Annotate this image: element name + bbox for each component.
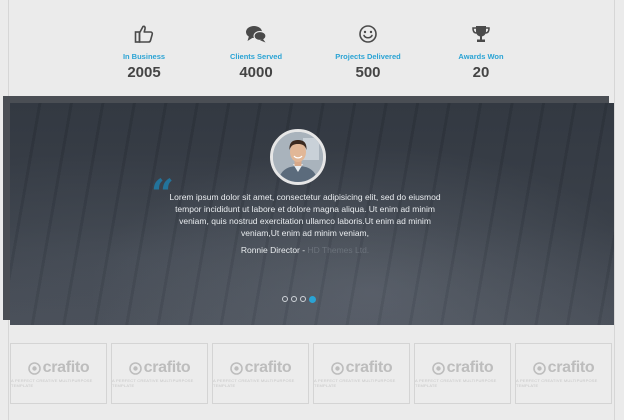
author-name: Ronnie Director - bbox=[240, 245, 308, 255]
client-logo[interactable]: crafito A PERFECT CREATIVE MULTIPURPOSE … bbox=[414, 343, 511, 404]
crafito-logo-icon bbox=[229, 361, 243, 375]
stat-in-business: In Business 2005 bbox=[89, 22, 199, 81]
logo-wordmark: crafito bbox=[446, 359, 494, 376]
logo-tagline: A PERFECT CREATIVE MULTIPURPOSE TEMPLATE bbox=[516, 378, 598, 388]
logo-tagline: A PERFECT CREATIVE MULTIPURPOSE TEMPLATE bbox=[112, 378, 194, 388]
stat-value: 4000 bbox=[239, 64, 273, 81]
logo-wordmark: crafito bbox=[42, 359, 90, 376]
logo-wordmark: crafito bbox=[143, 359, 191, 376]
crafito-logo-icon bbox=[27, 361, 41, 375]
thumbs-up-icon bbox=[89, 22, 199, 46]
chat-bubbles-icon bbox=[201, 22, 311, 46]
slider-dot-4-active[interactable] bbox=[309, 295, 316, 303]
logo-tagline: A PERFECT CREATIVE MULTIPURPOSE TEMPLATE bbox=[415, 378, 497, 388]
logo-tagline: A PERFECT CREATIVE MULTIPURPOSE TEMPLATE bbox=[213, 378, 295, 388]
slider-dot-2[interactable] bbox=[291, 296, 297, 302]
testimonial-quote: Lorem ipsum dolor sit amet, consectetur … bbox=[169, 192, 441, 238]
author-company: HD Themes Ltd. bbox=[307, 245, 370, 255]
slider-dot-1[interactable] bbox=[282, 296, 288, 302]
stat-label: Projects Delivered bbox=[335, 52, 401, 61]
crafito-logo-icon bbox=[431, 361, 445, 375]
testimonial-author: Ronnie Director - HD Themes Ltd. bbox=[160, 245, 450, 255]
client-logo[interactable]: crafito A PERFECT CREATIVE MULTIPURPOSE … bbox=[10, 343, 107, 404]
stat-value: 2005 bbox=[127, 64, 161, 81]
stat-label: Clients Served bbox=[229, 52, 283, 61]
smiley-icon bbox=[313, 22, 423, 46]
client-logo[interactable]: crafito A PERFECT CREATIVE MULTIPURPOSE … bbox=[313, 343, 410, 404]
crafito-logo-icon bbox=[532, 361, 546, 375]
stat-projects-delivered: Projects Delivered 500 bbox=[313, 22, 423, 81]
stat-label: Awards Won bbox=[458, 52, 504, 61]
stats-row: In Business 2005 Clients Served 4000 Pro… bbox=[0, 22, 624, 92]
client-logos-row: crafito A PERFECT CREATIVE MULTIPURPOSE … bbox=[10, 343, 614, 406]
client-logo[interactable]: crafito A PERFECT CREATIVE MULTIPURPOSE … bbox=[111, 343, 208, 404]
testimonial-slider: “ Lorem ipsum dolor sit amet, consectetu… bbox=[10, 103, 614, 325]
logo-wordmark: crafito bbox=[244, 359, 292, 376]
logo-wordmark: crafito bbox=[547, 359, 595, 376]
stat-awards-won: Awards Won 20 bbox=[426, 22, 536, 81]
logo-wordmark: crafito bbox=[345, 359, 393, 376]
stat-clients-served: Clients Served 4000 bbox=[201, 22, 311, 81]
client-logo[interactable]: crafito A PERFECT CREATIVE MULTIPURPOSE … bbox=[515, 343, 612, 404]
stat-value: 500 bbox=[355, 64, 381, 81]
stat-label: In Business bbox=[122, 52, 166, 61]
stat-value: 20 bbox=[472, 64, 490, 81]
client-logo[interactable]: crafito A PERFECT CREATIVE MULTIPURPOSE … bbox=[212, 343, 309, 404]
logo-tagline: A PERFECT CREATIVE MULTIPURPOSE TEMPLATE bbox=[11, 378, 93, 388]
crafito-logo-icon bbox=[128, 361, 142, 375]
trophy-icon bbox=[426, 22, 536, 46]
slider-dot-3[interactable] bbox=[300, 296, 306, 302]
avatar bbox=[270, 129, 326, 185]
slider-pagination bbox=[282, 295, 316, 303]
logo-tagline: A PERFECT CREATIVE MULTIPURPOSE TEMPLATE bbox=[314, 378, 396, 388]
crafito-logo-icon bbox=[330, 361, 344, 375]
